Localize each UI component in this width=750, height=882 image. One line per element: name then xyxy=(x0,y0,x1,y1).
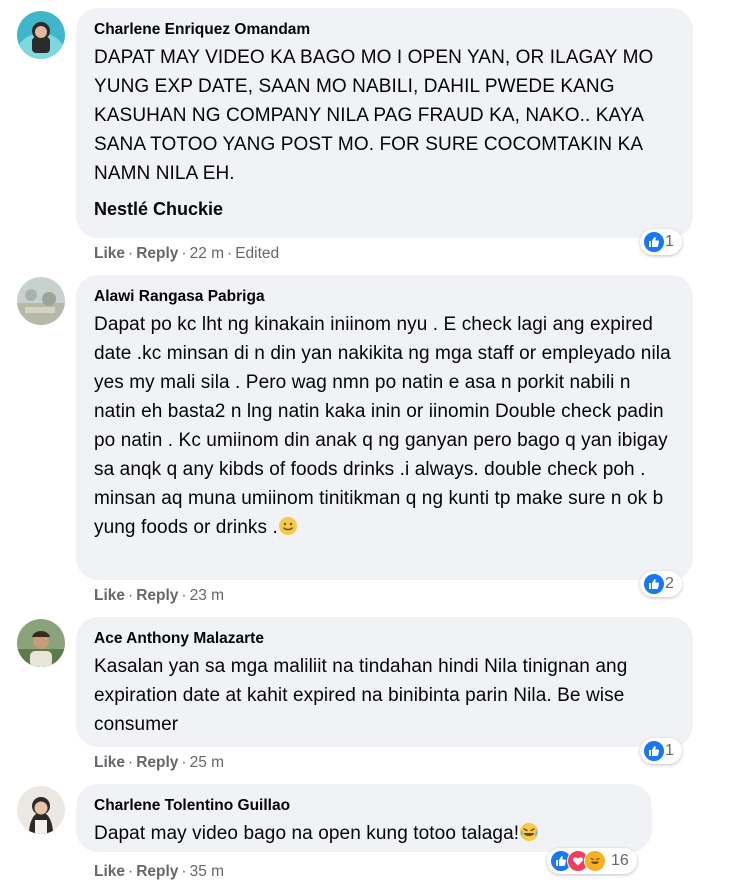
comment-author[interactable]: Alawi Rangasa Pabriga xyxy=(94,287,675,307)
timestamp[interactable]: 22 m xyxy=(190,245,224,262)
reply-button[interactable]: Reply xyxy=(136,863,178,880)
comment-actions: Like · Reply · 22 m · Edited xyxy=(94,245,280,262)
comment-bubble: Alawi Rangasa Pabriga Dapat po kc lht ng… xyxy=(76,275,693,580)
reply-button[interactable]: Reply xyxy=(136,754,178,771)
like-button[interactable]: Like xyxy=(94,245,125,262)
reply-button[interactable]: Reply xyxy=(136,587,178,604)
comment-bubble: Charlene Enriquez Omandam DAPAT MAY VIDE… xyxy=(76,8,693,238)
timestamp[interactable]: 25 m xyxy=(190,754,224,771)
comment-author[interactable]: Charlene Tolentino Guillao xyxy=(94,796,634,816)
mention-tag[interactable]: Nestlé Chuckie xyxy=(94,196,675,222)
laughing-emoji-icon xyxy=(519,822,539,842)
comment-author[interactable]: Ace Anthony Malazarte xyxy=(94,629,675,649)
reaction-summary[interactable]: 16 xyxy=(547,848,637,874)
comment-bubble: Ace Anthony Malazarte Kasalan yan sa mga… xyxy=(76,617,693,747)
comment-author[interactable]: Charlene Enriquez Omandam xyxy=(94,20,675,40)
like-reaction-icon xyxy=(643,231,665,253)
like-button[interactable]: Like xyxy=(94,754,125,771)
comment-text: Dapat may video bago na open kung totoo … xyxy=(94,819,634,848)
like-button[interactable]: Like xyxy=(94,587,125,604)
reaction-summary[interactable]: 2 xyxy=(640,571,682,597)
timestamp[interactable]: 23 m xyxy=(190,587,224,604)
avatar[interactable] xyxy=(17,11,65,59)
like-reaction-icon xyxy=(643,740,665,762)
avatar[interactable] xyxy=(17,619,65,667)
haha-reaction-icon xyxy=(584,850,606,872)
reaction-count: 1 xyxy=(665,233,674,250)
avatar[interactable] xyxy=(17,277,65,325)
comment-text: DAPAT MAY VIDEO KA BAGO MO I OPEN YAN, O… xyxy=(94,47,654,184)
timestamp[interactable]: 35 m xyxy=(190,863,224,880)
smile-emoji-icon xyxy=(278,516,298,536)
comment-text: Kasalan yan sa mga maliliit na tindahan … xyxy=(94,656,628,735)
reaction-count: 16 xyxy=(611,852,629,869)
reaction-summary[interactable]: 1 xyxy=(640,738,682,764)
comment-text-body: Dapat po kc lht ng kinakain iniinom nyu … xyxy=(94,314,671,538)
reaction-summary[interactable]: 1 xyxy=(640,229,682,255)
comment-text: Dapat po kc lht ng kinakain iniinom nyu … xyxy=(94,310,675,542)
reaction-count: 2 xyxy=(665,575,674,592)
comment-actions: Like · Reply · 25 m xyxy=(94,754,225,771)
comment-text-body: Dapat may video bago na open kung totoo … xyxy=(94,823,520,844)
comment-bubble: Charlene Tolentino Guillao Dapat may vid… xyxy=(76,784,652,852)
reaction-count: 1 xyxy=(665,742,674,759)
comment-actions: Like · Reply · 23 m xyxy=(94,587,225,604)
reply-button[interactable]: Reply xyxy=(136,245,178,262)
like-reaction-icon xyxy=(643,573,665,595)
edited-label: Edited xyxy=(235,245,280,262)
comment-actions: Like · Reply · 35 m xyxy=(94,863,225,880)
avatar[interactable] xyxy=(17,786,65,834)
like-button[interactable]: Like xyxy=(94,863,125,880)
